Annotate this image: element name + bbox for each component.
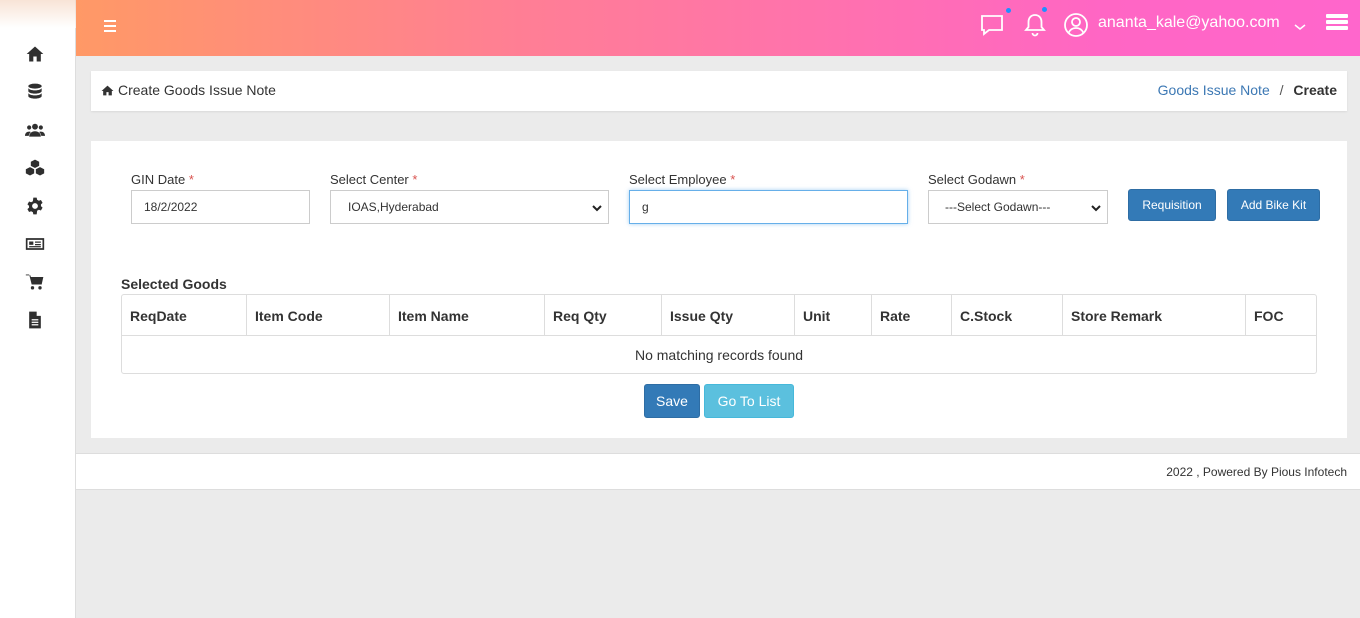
selected-goods-table: ReqDate Item Code Item Name Req Qty Issu… xyxy=(121,294,1317,374)
menu-icon[interactable] xyxy=(104,20,117,34)
column-header[interactable]: C.Stock xyxy=(951,295,1062,336)
chat-notification-dot xyxy=(1006,8,1011,13)
users-icon[interactable] xyxy=(24,119,46,141)
gin-form-card: GIN Date * 18/2/2022 Select Center * IOA… xyxy=(91,141,1347,438)
go-to-list-button[interactable]: Go To List xyxy=(704,384,794,418)
chat-icon[interactable] xyxy=(979,12,1005,38)
home-icon[interactable] xyxy=(24,43,46,65)
center-select[interactable]: IOAS,Hyderabad xyxy=(330,190,609,224)
gear-icon[interactable] xyxy=(24,195,46,217)
gin-date-label: GIN Date * xyxy=(131,172,194,187)
home-icon xyxy=(101,85,114,95)
breadcrumb-goods-issue-note[interactable]: Goods Issue Note xyxy=(1158,82,1270,98)
gin-date-input[interactable]: 18/2/2022 xyxy=(131,190,310,224)
top-header: ananta_kale@yahoo.com xyxy=(76,0,1360,56)
bell-notification-dot xyxy=(1042,7,1047,12)
file-icon[interactable] xyxy=(24,309,46,331)
center-selected-value: IOAS,Hyderabad xyxy=(348,200,439,214)
cubes-icon[interactable] xyxy=(24,157,46,179)
column-header[interactable]: Store Remark xyxy=(1062,295,1245,336)
breadcrumb: Goods Issue Note / Create xyxy=(1158,82,1337,98)
user-email[interactable]: ananta_kale@yahoo.com xyxy=(1098,14,1280,32)
chevron-down-icon[interactable] xyxy=(1294,18,1306,30)
add-bike-kit-button[interactable]: Add Bike Kit xyxy=(1227,189,1320,221)
employee-input[interactable]: g xyxy=(629,190,908,224)
gin-date-value: 18/2/2022 xyxy=(144,200,198,214)
sidebar xyxy=(0,0,76,618)
column-header[interactable]: FOC xyxy=(1245,295,1316,336)
requisition-button[interactable]: Requisition xyxy=(1128,189,1216,221)
chevron-down-icon xyxy=(592,202,602,212)
breadcrumb-separator: / xyxy=(1279,82,1284,98)
employee-input-value: g xyxy=(642,200,649,214)
database-icon[interactable] xyxy=(24,81,46,103)
godawn-selected-value: ---Select Godawn--- xyxy=(945,200,1051,214)
godawn-select[interactable]: ---Select Godawn--- xyxy=(928,190,1108,224)
sidebar-logo-area xyxy=(0,0,76,28)
column-header[interactable]: Rate xyxy=(871,295,951,336)
column-header[interactable]: Unit xyxy=(794,295,871,336)
footer-text: 2022 , Powered By Pious Infotech xyxy=(1166,465,1347,479)
save-button[interactable]: Save xyxy=(644,384,700,418)
breadcrumb-bar: Create Goods Issue Note Goods Issue Note… xyxy=(91,71,1347,111)
selected-goods-title: Selected Goods xyxy=(121,276,227,292)
chevron-down-icon xyxy=(1091,202,1101,212)
bell-icon[interactable] xyxy=(1022,12,1048,38)
column-header[interactable]: Item Code xyxy=(246,295,389,336)
newspaper-icon[interactable] xyxy=(24,233,46,255)
empty-table-message: No matching records found xyxy=(634,346,804,363)
employee-label: Select Employee * xyxy=(629,172,736,187)
column-header[interactable]: Issue Qty xyxy=(661,295,794,336)
page-title: Create Goods Issue Note xyxy=(101,82,276,98)
column-header[interactable]: Req Qty xyxy=(544,295,661,336)
footer: 2022 , Powered By Pious Infotech xyxy=(76,453,1360,490)
breadcrumb-current: Create xyxy=(1293,82,1337,98)
center-label: Select Center * xyxy=(330,172,418,187)
user-icon[interactable] xyxy=(1063,12,1089,38)
column-header[interactable]: ReqDate xyxy=(122,295,246,336)
page-title-text: Create Goods Issue Note xyxy=(118,82,276,98)
table-header: ReqDate Item Code Item Name Req Qty Issu… xyxy=(122,295,1316,336)
godawn-label: Select Godawn * xyxy=(928,172,1025,187)
grid-icon[interactable] xyxy=(1326,14,1348,34)
cart-icon[interactable] xyxy=(24,271,46,293)
column-header[interactable]: Item Name xyxy=(389,295,544,336)
